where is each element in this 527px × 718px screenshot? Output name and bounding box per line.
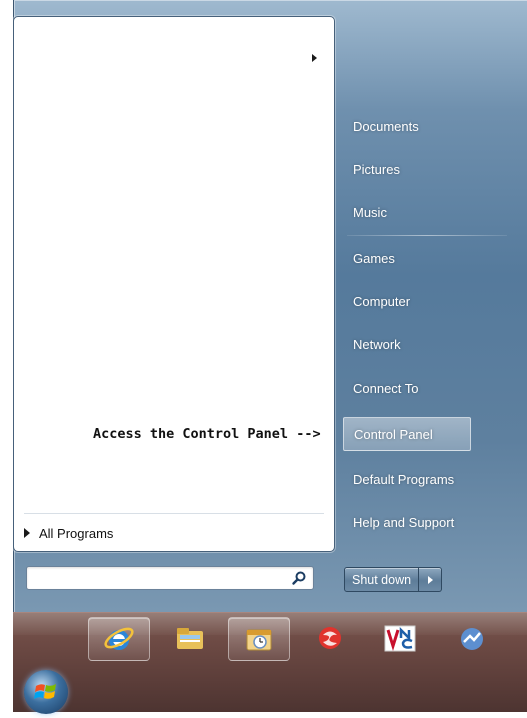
taskbar-blue-app[interactable] [440, 617, 500, 659]
arrow-right-icon [427, 575, 433, 584]
shutdown-button[interactable]: Shut down [344, 567, 420, 592]
search-field[interactable] [31, 569, 285, 587]
taskbar-file-explorer[interactable] [160, 617, 220, 659]
blue-app-icon [461, 628, 483, 650]
menu-item-network[interactable]: Network [343, 327, 471, 361]
menu-item-control-panel[interactable]: Control Panel [343, 417, 471, 451]
taskbar-red-app[interactable] [300, 617, 360, 659]
menu-item-documents[interactable]: Documents [343, 109, 471, 143]
red-app-icon [319, 627, 341, 649]
menu-item-computer[interactable]: Computer [343, 284, 471, 318]
menu-item-default-programs[interactable]: Default Programs [343, 462, 471, 496]
menu-item-connect-to[interactable]: Connect To [343, 371, 471, 405]
menu-item-pictures[interactable]: Pictures [343, 152, 471, 186]
shutdown-control: Shut down [344, 567, 443, 592]
taskbar-outlook[interactable] [228, 617, 290, 661]
programs-separator [24, 513, 324, 514]
file-explorer-icon [177, 628, 203, 649]
outlook-calendar-icon [246, 629, 272, 651]
triangle-right-icon [24, 528, 30, 538]
all-programs-button[interactable]: All Programs [24, 522, 113, 544]
menu-item-help-and-support[interactable]: Help and Support [343, 505, 471, 539]
menu-item-music[interactable]: Music [343, 195, 471, 229]
submenu-arrow-icon[interactable] [312, 54, 317, 62]
taskbar-internet-explorer[interactable] [88, 617, 150, 661]
internet-explorer-icon [104, 627, 134, 650]
search-icon[interactable] [291, 570, 307, 586]
windows-logo-icon [34, 684, 56, 699]
right-pane-separator [347, 235, 507, 236]
menu-item-games[interactable]: Games [343, 241, 471, 275]
programs-pane: All Programs [13, 16, 335, 552]
shutdown-options-button[interactable] [419, 567, 443, 592]
vnc-icon [384, 625, 416, 652]
start-orb-icon[interactable] [24, 670, 68, 714]
taskbar-vnc[interactable] [369, 617, 429, 659]
annotation-text: Access the Control Panel --> [93, 426, 321, 442]
all-programs-label: All Programs [39, 525, 114, 541]
search-input[interactable] [26, 566, 314, 590]
